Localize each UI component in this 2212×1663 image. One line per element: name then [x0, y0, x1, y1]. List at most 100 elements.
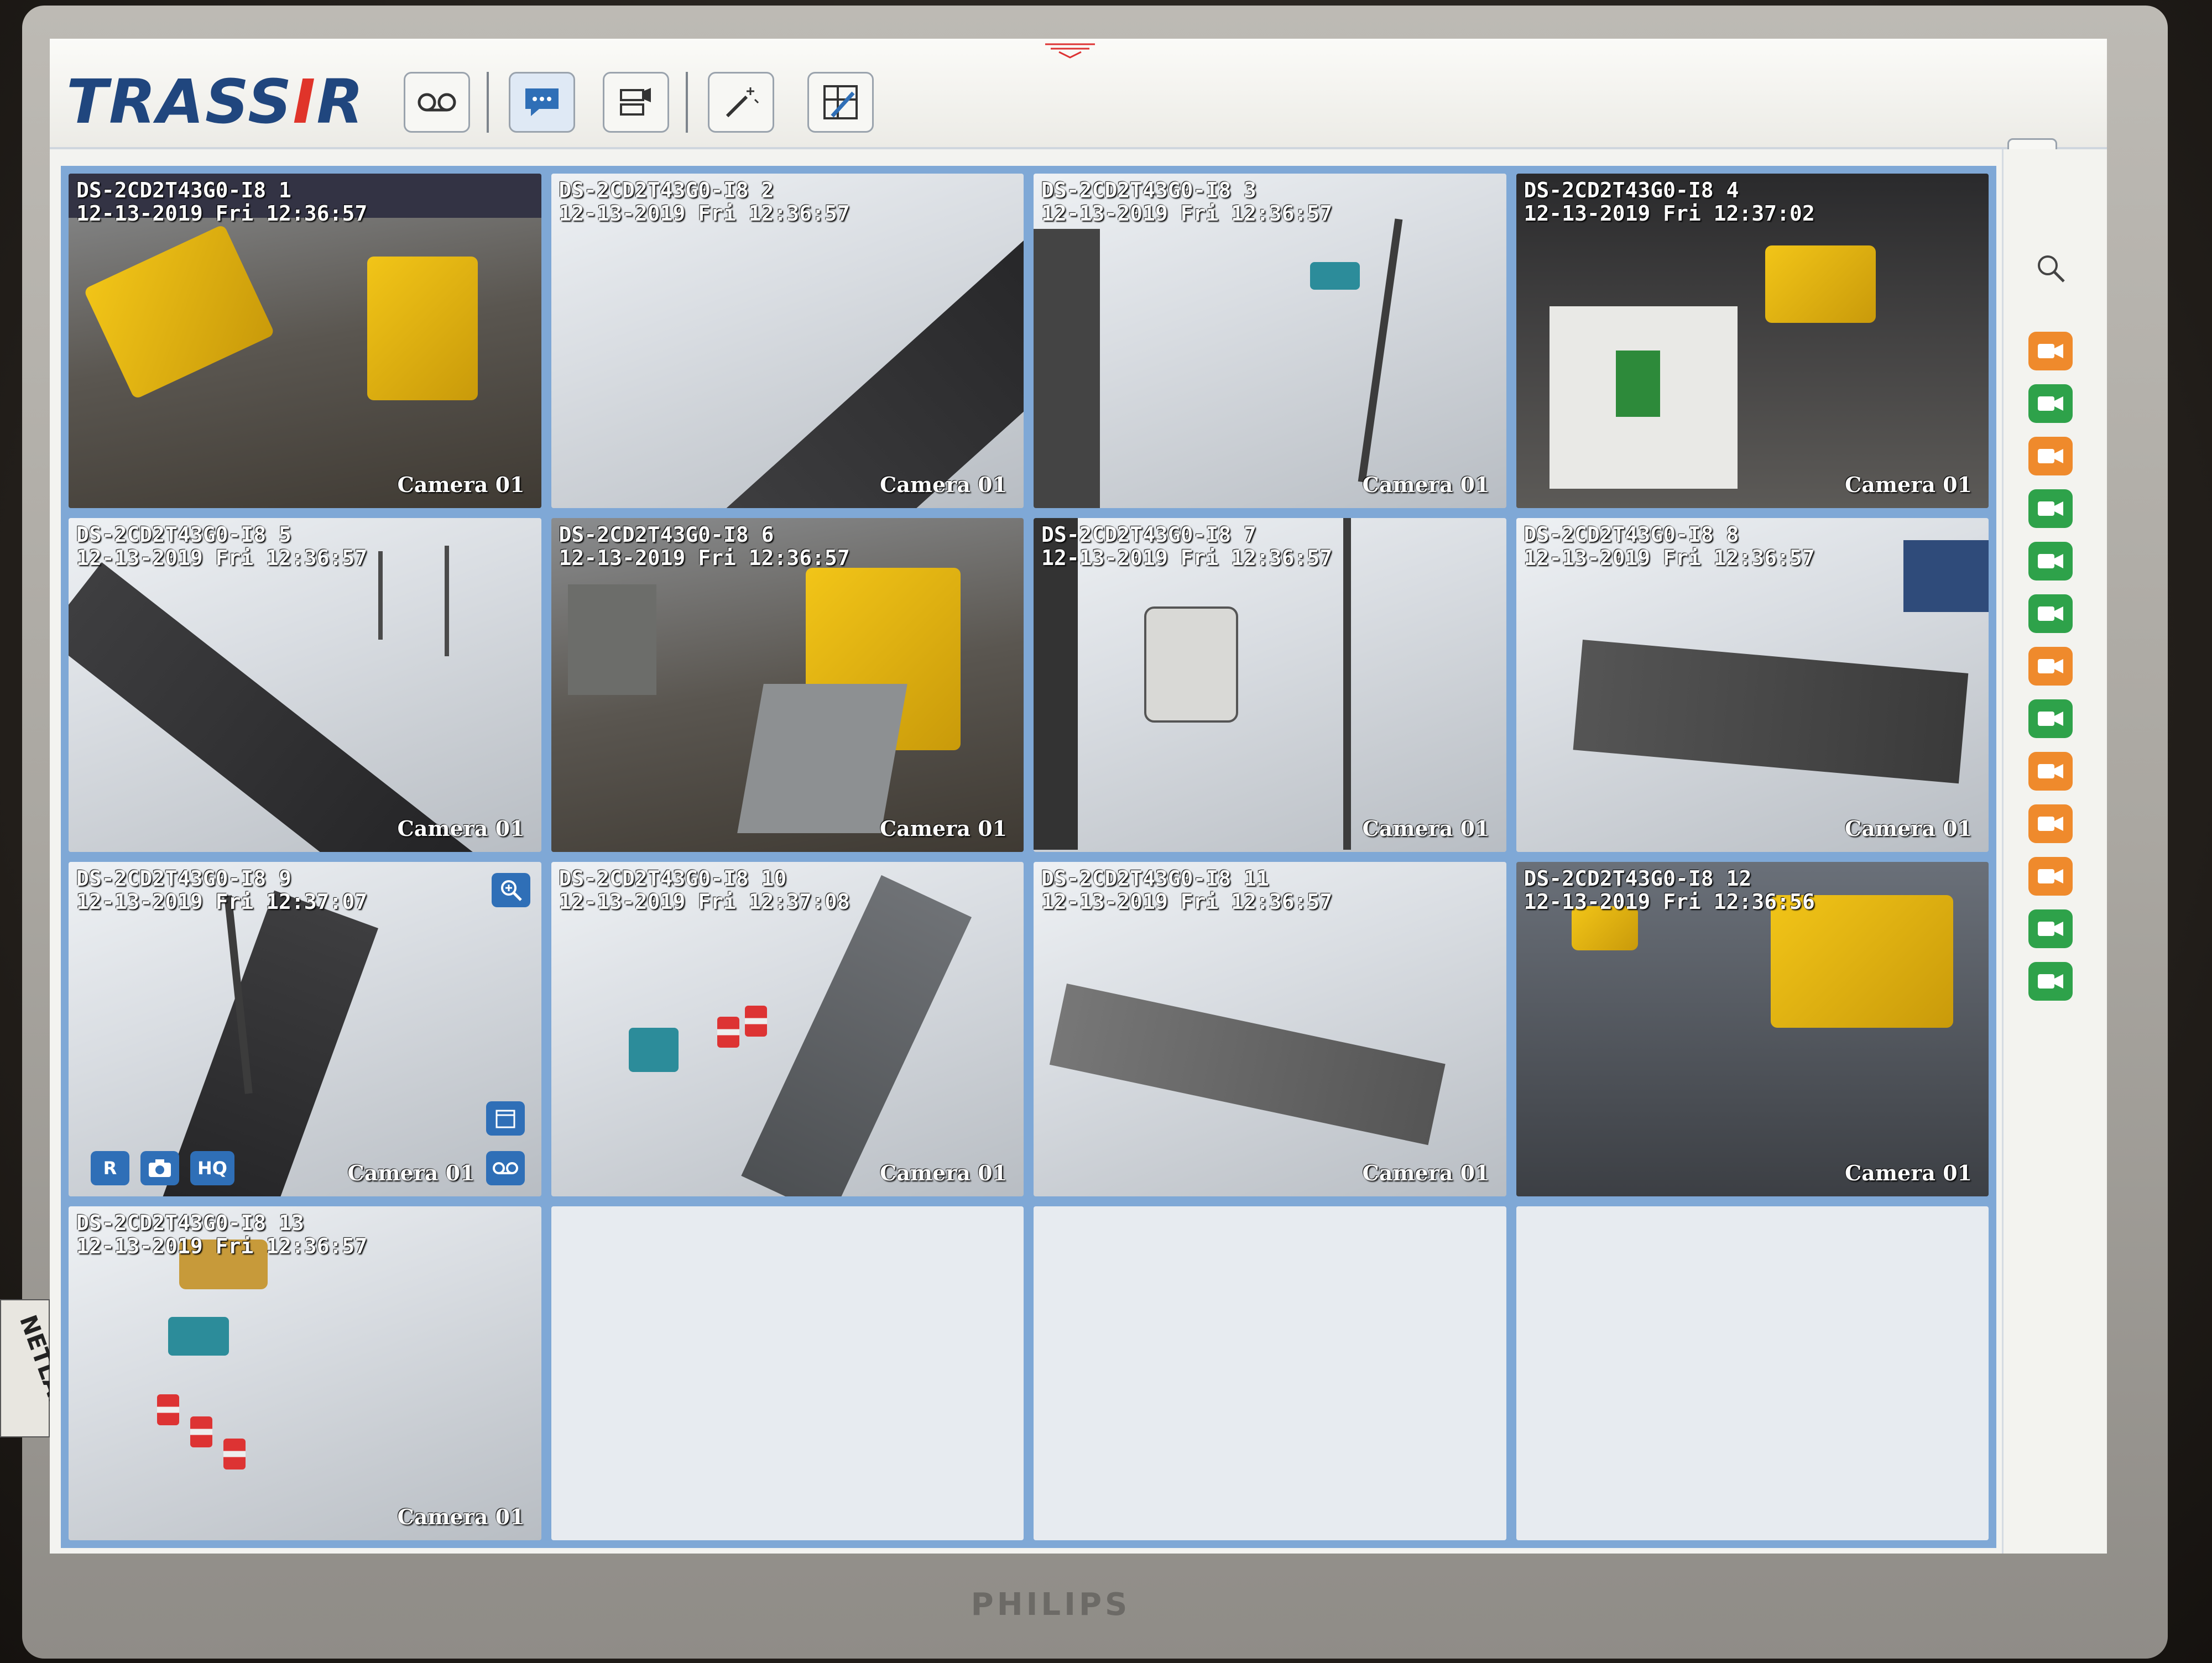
camera-list-item[interactable] — [2028, 594, 2073, 633]
video-camera-icon — [2038, 817, 2063, 831]
camera-tile-4[interactable]: DS-2CD2T43G0-I8 4 12-13-2019 Fri 12:37:0… — [1516, 174, 1989, 508]
video-camera-icon — [2038, 922, 2063, 936]
camera-list-item[interactable] — [2028, 804, 2073, 843]
snapshot-button[interactable] — [140, 1150, 179, 1185]
empty-tile[interactable] — [551, 1206, 1024, 1540]
empty-tile[interactable] — [1034, 1206, 1506, 1540]
tree — [378, 551, 383, 640]
camera-timestamp: 12-13-2019 Fri 12:37:02 — [1524, 201, 1815, 226]
camera-tile-2[interactable]: DS-2CD2T43G0-I8 2 12-13-2019 Fri 12:36:5… — [551, 174, 1024, 508]
road — [1049, 984, 1446, 1146]
camera-layout-icon — [620, 88, 651, 116]
camera-timestamp: 12-13-2019 Fri 12:36:57 — [1041, 545, 1333, 570]
camera-list-item[interactable] — [2028, 489, 2073, 528]
camera-tile-8[interactable]: DS-2CD2T43G0-I8 8 12-13-2019 Fri 12:36:5… — [1516, 517, 1989, 852]
camera-tile-6[interactable]: DS-2CD2T43G0-I8 6 12-13-2019 Fri 12:36:5… — [551, 517, 1024, 852]
barrel — [223, 1438, 246, 1469]
magic-wand-icon — [726, 87, 759, 118]
wall — [1034, 229, 1100, 508]
toolbar-separator — [487, 72, 489, 133]
empty-tile[interactable] — [1516, 1206, 1989, 1540]
camera-title: DS-2CD2T43G0-I8 7 — [1041, 522, 1256, 547]
vehicle — [168, 1316, 229, 1356]
video-camera-icon — [2038, 396, 2063, 411]
camera-label: Camera 01 — [1844, 472, 1972, 497]
camera-title: DS-2CD2T43G0-I8 11 — [1041, 866, 1269, 891]
camera-label: Camera 01 — [1844, 816, 1972, 841]
camera-label: Camera 01 — [1844, 1160, 1972, 1185]
road — [740, 875, 972, 1196]
hq-button[interactable]: HQ — [190, 1150, 234, 1185]
camera-tile-5[interactable]: DS-2CD2T43G0-I8 5 12-13-2019 Fri 12:36:5… — [69, 517, 541, 852]
excavator — [83, 224, 275, 400]
search-button[interactable] — [2015, 238, 2086, 299]
zoom-button[interactable] — [491, 873, 530, 907]
camera-title: DS-2CD2T43G0-I8 8 — [1524, 522, 1739, 547]
camera-list-item[interactable] — [2028, 384, 2073, 423]
car — [1144, 606, 1238, 723]
camera-timestamp: 12-13-2019 Fri 12:36:57 — [1041, 201, 1333, 226]
camera-grid: DS-2CD2T43G0-I8 1 12-13-2019 Fri 12:36:5… — [61, 166, 1996, 1548]
video-camera-icon — [2038, 659, 2063, 673]
camera-title: DS-2CD2T43G0-I8 2 — [559, 178, 774, 202]
camera-list-item[interactable] — [2028, 332, 2073, 370]
camera-title: DS-2CD2T43G0-I8 12 — [1524, 866, 1752, 891]
camera-tile-7[interactable]: DS-2CD2T43G0-I8 7 12-13-2019 Fri 12:36:5… — [1034, 517, 1506, 852]
monitor-brand: PHILIPS — [971, 1587, 1131, 1623]
barrel — [744, 1006, 767, 1037]
road — [1573, 639, 1968, 783]
video-camera-icon — [2038, 554, 2063, 568]
excavator — [1770, 895, 1953, 1028]
camera-label: Camera 01 — [879, 816, 1007, 841]
vehicle — [1310, 262, 1360, 290]
camera-tile-1[interactable]: DS-2CD2T43G0-I8 1 12-13-2019 Fri 12:36:5… — [69, 174, 541, 508]
barrel — [157, 1394, 179, 1425]
archive-tile-button[interactable] — [486, 1150, 525, 1185]
camera-timestamp: 12-13-2019 Fri 12:36:57 — [76, 201, 368, 226]
settings-button[interactable] — [807, 72, 874, 133]
camera-list-item[interactable] — [2028, 909, 2073, 948]
camera-tile-13[interactable]: DS-2CD2T43G0-I8 13 12-13-2019 Fri 12:36:… — [69, 1206, 541, 1540]
tree — [445, 545, 449, 656]
camera-label: Camera 01 — [879, 472, 1007, 497]
road — [69, 562, 494, 852]
tools-icon — [823, 85, 858, 119]
camera-list-item[interactable] — [2028, 857, 2073, 896]
camera-list-item[interactable] — [2028, 752, 2073, 791]
loader — [367, 257, 478, 400]
vehicle — [628, 1028, 679, 1072]
barrel — [190, 1416, 212, 1447]
camera-tile-3[interactable]: DS-2CD2T43G0-I8 3 12-13-2019 Fri 12:36:5… — [1034, 174, 1506, 508]
search-icon — [2038, 255, 2065, 283]
record-button[interactable]: R — [91, 1150, 129, 1185]
camera-title: DS-2CD2T43G0-I8 13 — [76, 1210, 304, 1235]
tape-icon — [418, 93, 456, 112]
camera-tile-12[interactable]: DS-2CD2T43G0-I8 12 12-13-2019 Fri 12:36:… — [1516, 862, 1989, 1196]
chat-button[interactable] — [509, 72, 575, 133]
toolbar-separator — [686, 72, 688, 133]
video-camera-icon — [2038, 712, 2063, 726]
camera-tile-9[interactable]: DS-2CD2T43G0-I8 9 12-13-2019 Fri 12:37:0… — [69, 862, 541, 1196]
camera-timestamp: 12-13-2019 Fri 12:36:57 — [76, 1233, 368, 1258]
camera-list-item[interactable] — [2028, 437, 2073, 475]
layout-button[interactable] — [603, 72, 669, 133]
sticker: NETLAN — [0, 1299, 75, 1437]
road — [151, 890, 378, 1196]
camera-title: DS-2CD2T43G0-I8 3 — [1041, 178, 1256, 202]
camera-list-item[interactable] — [2028, 699, 2073, 738]
video-camera-icon — [2038, 501, 2063, 516]
camera-list-panel — [2002, 149, 2107, 1554]
camera-tile-11[interactable]: DS-2CD2T43G0-I8 11 12-13-2019 Fri 12:36:… — [1034, 862, 1506, 1196]
toolbar: TRASSIR — [50, 39, 2107, 149]
calendar-button[interactable] — [486, 1101, 525, 1136]
barrel — [717, 1017, 739, 1048]
camera-list-item[interactable] — [2028, 962, 2073, 1001]
camera-title: DS-2CD2T43G0-I8 5 — [76, 522, 291, 547]
camera-list-item[interactable] — [2028, 647, 2073, 686]
calendar-icon — [495, 1110, 515, 1128]
camera-tile-10[interactable]: DS-2CD2T43G0-I8 10 12-13-2019 Fri 12:37:… — [551, 862, 1024, 1196]
wizard-button[interactable] — [708, 72, 774, 133]
collapse-arrow-icon[interactable] — [1045, 42, 1095, 59]
camera-list-item[interactable] — [2028, 542, 2073, 581]
archive-button[interactable] — [404, 72, 470, 133]
